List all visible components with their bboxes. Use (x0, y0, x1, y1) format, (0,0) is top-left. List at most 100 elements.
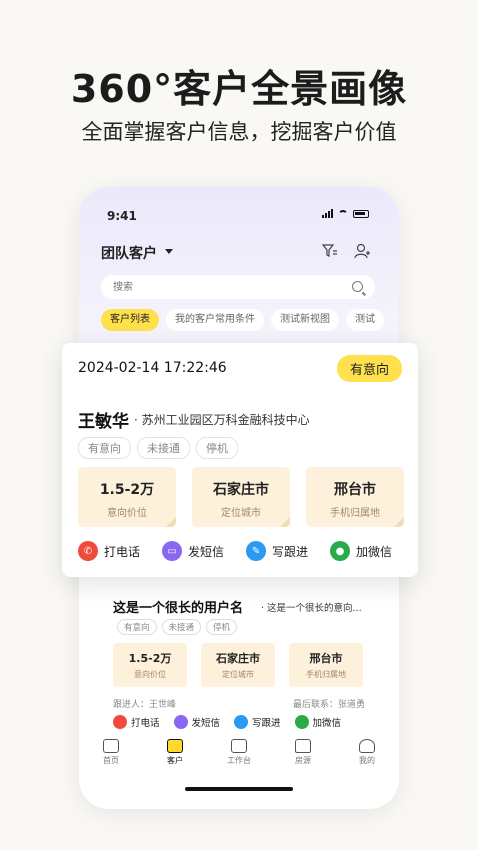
action-label: 写跟进 (272, 544, 309, 559)
call-button[interactable]: 打电话 (113, 715, 160, 729)
metric-value: 1.5-2万 (99, 482, 155, 498)
metric-phone-location: 邢台市 手机归属地 (289, 643, 363, 687)
bottom-tabbar: 首页 客户 工作台 房源 我的 (79, 735, 399, 775)
signal-icon (322, 209, 333, 218)
house-icon (295, 739, 311, 753)
status-tag: 有意向 (78, 437, 131, 459)
tab-home[interactable]: 首页 (79, 735, 143, 775)
search-box[interactable] (101, 275, 375, 300)
metric-value: 邢台市 (309, 652, 343, 665)
tab-label: 客户 (167, 756, 183, 765)
metric-label: 手机归属地 (330, 508, 380, 519)
status-tag: 未接通 (137, 437, 190, 459)
last-contact-text: 最后联系：张道勇 (292, 700, 365, 710)
metric-value: 石家庄市 (213, 482, 269, 498)
metric-value: 石家庄市 (216, 652, 260, 665)
follow-up-button[interactable]: 写跟进 (234, 715, 281, 729)
status-tag: 停机 (206, 619, 238, 635)
action-label: 发短信 (188, 544, 225, 559)
action-label: 打电话 (131, 718, 160, 729)
metric-city: 石家庄市 定位城市 (201, 643, 275, 687)
action-label: 发短信 (191, 718, 221, 729)
hero-title: 360°客户全景画像 (70, 67, 408, 111)
pen-icon (234, 715, 249, 729)
view-chip[interactable]: 客户列表 (101, 309, 159, 331)
customer-name: 这是一个很长的用户名 (113, 601, 244, 616)
tab-label: 我的 (359, 756, 375, 765)
customer-card-icon (167, 739, 183, 753)
metric-price: 1.5-2万 意向价位 (78, 467, 176, 527)
tab-label: 房源 (295, 756, 311, 765)
metric-label: 定位城市 (222, 670, 254, 679)
follower-text: 跟进人：王世峰 (113, 700, 177, 710)
message-icon: ▭ (162, 541, 183, 561)
metric-price: 1.5-2万 意向价位 (113, 643, 187, 687)
action-label: 打电话 (104, 544, 141, 559)
status-time: 9:41 (107, 209, 137, 223)
phone-icon (113, 715, 127, 729)
metric-label: 手机归属地 (306, 670, 346, 679)
message-icon (173, 715, 188, 729)
hero-subtitle: 全面掌握客户信息，挖掘客户价值 (81, 120, 397, 144)
tab-customer[interactable]: 客户 (143, 735, 207, 775)
view-chip[interactable]: 测试 (346, 309, 384, 331)
phone-icon: ✆ (78, 541, 98, 561)
card-actions: ✆ 打电话 ▭ 发短信 ✎ 写跟进 ● 加微信 (78, 541, 392, 561)
chevron-down-icon[interactable] (165, 249, 173, 254)
customer-name: 王敏华 (78, 412, 129, 432)
view-tabs: 客户列表 我的客户常用条件 测试新视图 测试 (101, 309, 384, 331)
status-icons (322, 209, 369, 218)
tab-label: 首页 (103, 756, 119, 765)
person-icon (359, 739, 375, 753)
record-time: 2024-02-14 17:22:46 (78, 360, 227, 376)
customer-metrics: 1.5-2万 意向价位 石家庄市 定位城市 邢台市 手机归属地 (78, 467, 404, 527)
wechat-icon (294, 715, 309, 729)
view-chip[interactable]: 我的客户常用条件 (166, 309, 264, 331)
wechat-button[interactable]: 加微信 (294, 715, 342, 729)
action-label: 写跟进 (252, 718, 281, 729)
customer-tags: 有意向 未接通 停机 (117, 619, 238, 635)
wechat-button[interactable]: ● 加微信 (330, 541, 392, 561)
home-indicator (185, 787, 293, 791)
message-square-icon (103, 739, 119, 753)
metric-value: 1.5-2万 (128, 652, 172, 665)
customer-list-card[interactable]: 这是一个很长的用户名 · 这是一个很长的意向... 有意向 未接通 停机 1.5… (101, 585, 377, 737)
tab-label: 工作台 (227, 756, 251, 765)
follow-up-button[interactable]: ✎ 写跟进 (246, 541, 308, 561)
battery-icon (353, 209, 369, 218)
card-actions: 打电话 发短信 写跟进 加微信 (113, 715, 341, 729)
status-tag: 未接通 (161, 619, 202, 635)
call-button[interactable]: ✆ 打电话 (78, 541, 140, 561)
status-tag: 停机 (196, 437, 238, 459)
tab-workbench[interactable]: 工作台 (207, 735, 271, 775)
customer-profile-card[interactable]: 2024-02-14 17:22:46 有意向 王敏华 · 苏州工业园区万科金融… (62, 343, 418, 577)
customer-desc: · 这是一个很长的意向... (261, 603, 362, 614)
metric-phone-location: 邢台市 手机归属地 (306, 467, 404, 527)
customer-tags: 有意向 未接通 停机 (78, 437, 238, 459)
metric-label: 意向价位 (134, 670, 166, 679)
wifi-icon (338, 209, 348, 218)
metric-label: 意向价位 (107, 508, 147, 519)
metric-value: 邢台市 (334, 482, 376, 498)
tab-me[interactable]: 我的 (335, 735, 399, 775)
user-add-icon[interactable] (354, 243, 370, 259)
sms-button[interactable]: 发短信 (173, 715, 221, 729)
pen-icon: ✎ (246, 541, 267, 561)
metric-city: 石家庄市 定位城市 (192, 467, 290, 527)
customer-company: · 苏州工业园区万科金融科技中心 (134, 413, 310, 427)
sms-button[interactable]: ▭ 发短信 (162, 541, 224, 561)
wechat-icon: ● (330, 541, 351, 561)
search-input[interactable] (101, 275, 331, 300)
action-label: 加微信 (356, 544, 393, 559)
tab-listings[interactable]: 房源 (271, 735, 335, 775)
filter-icon[interactable] (322, 244, 338, 258)
metric-label: 定位城市 (221, 508, 261, 519)
search-icon[interactable] (352, 281, 363, 292)
customer-metrics: 1.5-2万 意向价位 石家庄市 定位城市 邢台市 手机归属地 (113, 643, 363, 687)
status-tag: 有意向 (117, 619, 157, 635)
intent-badge: 有意向 (336, 355, 402, 382)
desk-icon (231, 739, 247, 753)
view-chip[interactable]: 测试新视图 (271, 309, 339, 331)
action-label: 加微信 (312, 718, 342, 729)
team-customer-title[interactable]: 团队客户 (101, 243, 157, 263)
